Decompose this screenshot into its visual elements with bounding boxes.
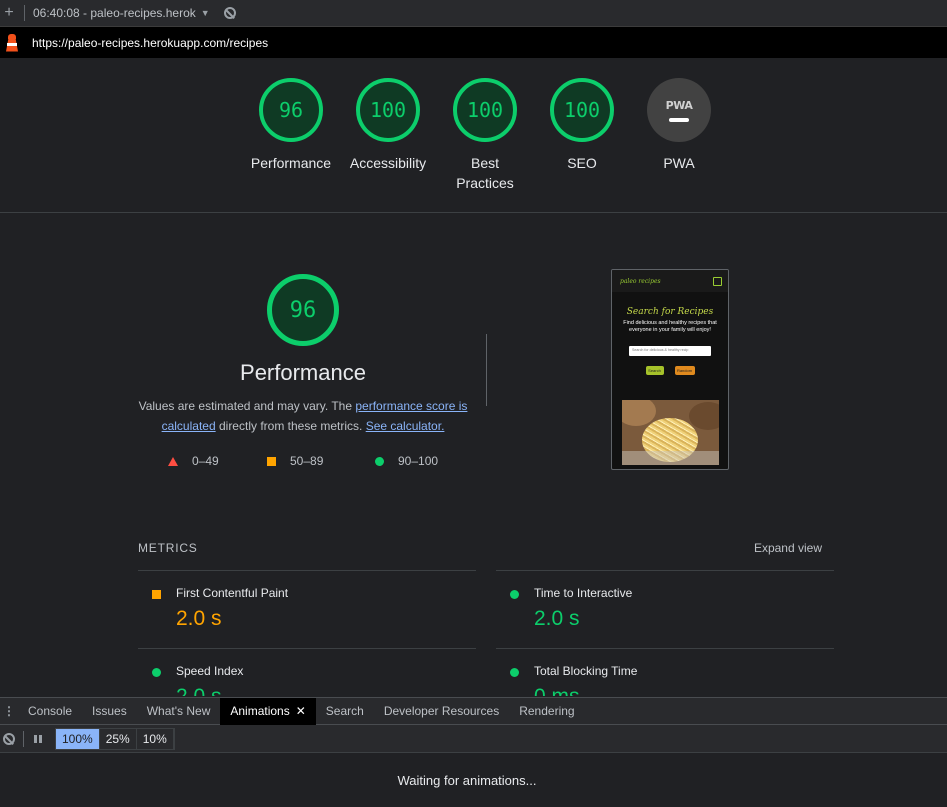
metric-time-to-interactive: Time to Interactive 2.0 s [496, 570, 834, 648]
metric-speed-index: Speed Index 2.0 s [138, 648, 476, 696]
report-content: 96 Performance 100 Accessibility 100 Bes… [0, 58, 947, 696]
metrics-title: METRICS [138, 541, 198, 555]
gauge-label: Accessibility [349, 155, 427, 171]
divider [24, 5, 25, 21]
pwa-badge-text: PWA [665, 98, 693, 112]
tab-issues[interactable]: Issues [82, 698, 137, 725]
legend-range: 0–49 [192, 454, 219, 468]
waiting-message: Waiting for animations... [397, 772, 537, 788]
gauge-label: Best Practices [456, 155, 514, 191]
screenshot-subtext: Find delicious and healthy recipes that … [623, 320, 717, 333]
close-icon[interactable]: ✕ [296, 704, 306, 718]
performance-title: Performance [240, 360, 366, 385]
square-icon [267, 456, 276, 466]
screenshot-header: paleo recipes [612, 270, 728, 292]
gauge-score: 96 [259, 78, 323, 142]
legend-range: 50–89 [290, 454, 324, 468]
metric-total-blocking-time: Total Blocking Time 0 ms [496, 648, 834, 696]
tab-console[interactable]: Console [18, 698, 82, 725]
metric-name: First Contentful Paint [176, 586, 289, 600]
gauge-score: 100 [550, 78, 614, 142]
tab-animations[interactable]: Animations ✕ [220, 697, 316, 725]
screenshot-search-input: Search for delicious & healthy recip [629, 346, 711, 356]
speed-100-button[interactable]: 100% [56, 728, 100, 749]
metric-name: Total Blocking Time [534, 664, 638, 678]
pwa-badge-icon: PWA [647, 78, 711, 142]
legend-range: 90–100 [398, 454, 439, 468]
performance-description: Values are estimated and may vary. The p… [138, 396, 468, 436]
metric-value: 2.0 s [176, 607, 222, 630]
pass-circle-icon [152, 668, 161, 677]
tab-rendering[interactable]: Rendering [509, 698, 584, 725]
metric-value: 2.0 s [176, 685, 222, 696]
pass-circle-icon [510, 668, 519, 677]
gauge-seo[interactable]: 100 SEO [537, 78, 627, 173]
screenshot-heading: Search for Recipes [626, 307, 714, 317]
speed-10-button[interactable]: 10% [137, 728, 174, 749]
metric-first-contentful-paint: First Contentful Paint 2.0 s [138, 570, 476, 648]
animations-toolbar: 100% 25% 10% [0, 725, 947, 753]
screenshot-hero: Search for Recipes Find delicious and he… [612, 292, 728, 375]
report-selector-title[interactable]: 06:40:08 - paleo-recipes.herok [33, 6, 196, 20]
more-tools-kebab-icon[interactable]: ⋮ [0, 704, 18, 718]
tab-search[interactable]: Search [316, 698, 374, 725]
metric-value: 0 ms [534, 685, 580, 696]
drawer-tab-bar: ⋮ Console Issues What's New Animations ✕ … [0, 697, 947, 725]
metric-name: Time to Interactive [534, 586, 633, 600]
gauge-label: Performance [250, 155, 332, 171]
animations-panel: Waiting for animations... [0, 753, 947, 807]
see-calculator-link[interactable]: See calculator. [366, 419, 445, 433]
clear-report-icon[interactable] [223, 7, 236, 19]
clear-all-icon[interactable] [3, 732, 15, 745]
desc-mid: directly from these metrics. [215, 419, 366, 433]
desc-prefix: Values are estimated and may vary. The [138, 399, 356, 413]
metric-value: 2.0 s [534, 607, 580, 630]
vertical-divider [486, 334, 487, 406]
devtools-top-bar: + 06:40:08 - paleo-recipes.herok ▼ [0, 0, 947, 27]
legend-fail: 0–49 [168, 454, 219, 468]
legend-pass: 90–100 [375, 454, 438, 468]
legend-average: 50–89 [267, 454, 323, 468]
metric-name: Speed Index [176, 664, 244, 678]
gauge-pwa[interactable]: PWA PWA [634, 78, 724, 173]
performance-summary: 96 Performance Values are estimated and … [138, 274, 468, 436]
screenshot-logo: paleo recipes [620, 277, 661, 285]
gauge-label: PWA [663, 155, 695, 171]
speed-25-button[interactable]: 25% [100, 728, 137, 749]
gauge-best-practices[interactable]: 100 Best Practices [440, 78, 530, 193]
gauge-score: 100 [453, 78, 517, 142]
tab-label: Animations [230, 703, 290, 718]
report-url[interactable]: https://paleo-recipes.herokuapp.com/reci… [32, 36, 268, 50]
screenshot-search-button: Search [645, 366, 664, 375]
pause-all-icon[interactable] [34, 734, 42, 743]
chevron-down-icon[interactable]: ▼ [201, 8, 210, 18]
expand-view-toggle[interactable]: Expand view [754, 541, 822, 555]
performance-gauge: 96 [267, 274, 339, 346]
pwa-dash-icon [669, 117, 689, 122]
circle-icon [375, 456, 384, 466]
hamburger-menu-icon [713, 276, 722, 286]
metrics-header: METRICS Expand view [138, 541, 822, 555]
divider [23, 730, 24, 747]
screenshot-food-image [622, 400, 719, 465]
new-tab-plus-icon[interactable]: + [0, 4, 18, 22]
gauge-accessibility[interactable]: 100 Accessibility [343, 78, 433, 173]
triangle-icon [168, 456, 178, 466]
final-screenshot[interactable]: paleo recipes Search for Recipes Find de… [611, 269, 729, 470]
pass-circle-icon [510, 590, 519, 599]
screenshot-buttons: Search Random [612, 366, 728, 375]
gauge-label: SEO [567, 155, 597, 171]
report-url-bar: https://paleo-recipes.herokuapp.com/reci… [0, 27, 947, 58]
tab-whats-new[interactable]: What's New [137, 698, 221, 725]
gauge-score: 100 [356, 78, 420, 142]
score-gauges: 96 Performance 100 Accessibility 100 Bes… [0, 58, 947, 213]
tab-developer-resources[interactable]: Developer Resources [374, 698, 509, 725]
screenshot-random-button: Random [674, 366, 695, 375]
gauge-performance[interactable]: 96 Performance [246, 78, 336, 173]
average-square-icon [152, 590, 161, 599]
lighthouse-icon [5, 33, 19, 52]
playback-speed-group: 100% 25% 10% [55, 727, 175, 750]
